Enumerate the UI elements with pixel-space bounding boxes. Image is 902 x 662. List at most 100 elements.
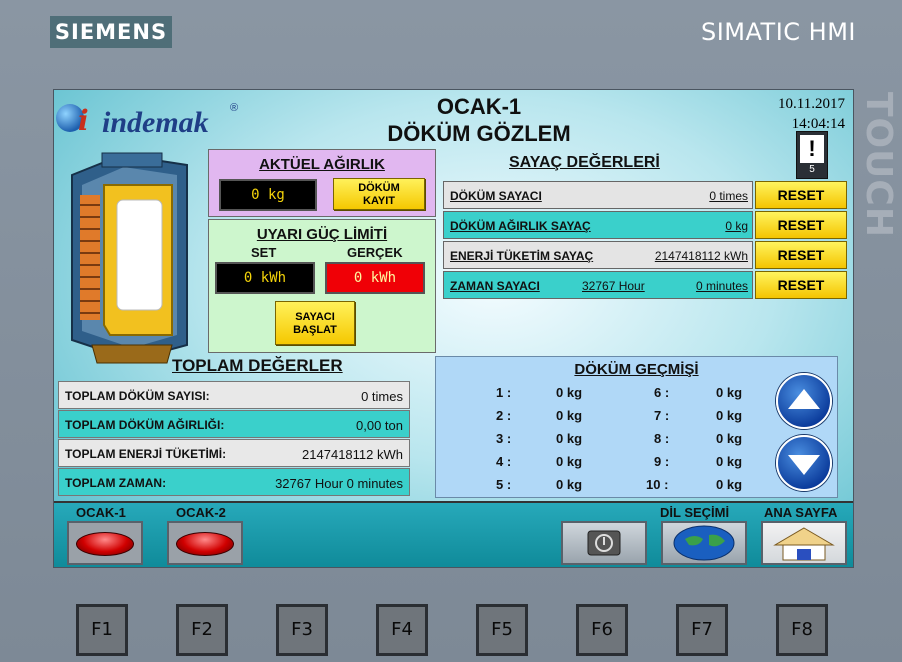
history-index: 8 : <box>654 431 670 446</box>
sayac-degerleri-title: SAYAÇ DEĞERLERİ <box>509 154 660 171</box>
toplam-row-value: 0,00 ton <box>356 418 403 433</box>
sayac-row-zaman: ZAMAN SAYACI 32767 Hour 0 minutes <box>443 271 753 299</box>
dil-secimi-label: DİL SEÇİMİ <box>660 505 730 520</box>
logo-i-mark: i <box>78 104 89 137</box>
dokum-gecmisi-panel: DÖKÜM GEÇMİŞİ 1 : 0 kg 2 : 0 kg 3 : 0 kg… <box>435 356 838 498</box>
toplam-degerler-title: TOPLAM DEĞERLER <box>172 356 343 375</box>
scroll-down-button[interactable] <box>776 435 832 491</box>
dokum-kayit-line1: DÖKÜM <box>358 182 400 194</box>
sayac-row-label: DÖKÜM SAYACI <box>450 189 542 203</box>
touch-label: TOUCH <box>858 92 899 238</box>
globe-icon <box>673 525 735 561</box>
siemens-logo: SIEMENS <box>50 16 172 48</box>
title-line1: OCAK-1 <box>436 94 522 119</box>
toplam-row-value: 32767 Hour 0 minutes <box>275 476 403 491</box>
f8-key[interactable]: F8 <box>776 604 828 656</box>
history-index: 10 : <box>646 477 669 492</box>
dokum-gecmisi-title: DÖKÜM GEÇMİŞİ <box>574 361 699 378</box>
hmi-bezel: SIEMENS SIMATIC HMI TOUCH i indemak ® OC… <box>0 0 902 662</box>
title-line2: DÖKÜM GÖZLEM <box>387 121 571 146</box>
sayac-row-value: 0 kg <box>725 219 748 233</box>
history-value: 0 kg <box>716 385 743 400</box>
sayac-row-value2: 0 minutes <box>695 279 748 293</box>
f5-key[interactable]: F5 <box>476 604 528 656</box>
f2-key[interactable]: F2 <box>176 604 228 656</box>
home-icon <box>773 527 835 561</box>
aktuel-weight-display: 0 kg <box>219 179 317 211</box>
set-kwh-field[interactable]: 0 kWh <box>215 262 315 294</box>
toplam-row-label: TOPLAM ENERJİ TÜKETİMİ: <box>65 447 227 461</box>
hmi-screen: i indemak ® OCAK-1 DÖKÜM GÖZLEM 10.11.20… <box>53 89 854 568</box>
toplam-row-value: 0 times <box>361 389 403 404</box>
logo-text: indemak <box>102 106 209 139</box>
toplam-row-label: TOPLAM DÖKÜM SAYISI: <box>65 389 210 403</box>
reset-enerji-sayaci-button[interactable]: RESET <box>755 241 847 269</box>
history-value: 0 kg <box>556 408 583 423</box>
f1-key[interactable]: F1 <box>76 604 128 656</box>
history-value: 0 kg <box>556 477 583 492</box>
f7-key[interactable]: F7 <box>676 604 728 656</box>
history-value: 0 kg <box>556 385 583 400</box>
toplam-row: TOPLAM DÖKÜM AĞIRLIĞI: 0,00 ton <box>58 410 410 438</box>
reset-dokum-sayaci-button[interactable]: RESET <box>755 181 847 209</box>
ocak2-label: OCAK-2 <box>176 505 226 520</box>
sayac-row-agirlik: DÖKÜM AĞIRLIK SAYAÇ 0 kg <box>443 211 753 239</box>
arrow-up-icon <box>788 389 820 409</box>
furnace-illustration <box>71 152 188 364</box>
history-value: 0 kg <box>716 431 743 446</box>
gercek-kwh-display: 0 kWh <box>325 262 425 294</box>
gercek-label: GERÇEK <box>347 245 403 260</box>
power-button[interactable] <box>561 521 647 565</box>
sayac-row-value: 0 times <box>709 189 748 203</box>
f3-key[interactable]: F3 <box>276 604 328 656</box>
aktuel-title: AKTÜEL AĞIRLIK <box>259 156 385 173</box>
sayac-row-value: 32767 Hour <box>582 279 645 293</box>
alarm-indicator[interactable]: ! 5 <box>796 131 828 179</box>
indemak-logo: i indemak ® <box>56 100 246 140</box>
dokum-kayit-button[interactable]: DÖKÜM KAYIT <box>333 178 425 210</box>
history-value: 0 kg <box>556 431 583 446</box>
sayac-row-label: DÖKÜM AĞIRLIK SAYAÇ <box>450 219 591 233</box>
sayac-row-label: ENERJİ TÜKETİM SAYAÇ <box>450 249 594 263</box>
toplam-row: TOPLAM ENERJİ TÜKETİMİ: 2147418112 kWh <box>58 439 410 467</box>
toplam-row: TOPLAM DÖKÜM SAYISI: 0 times <box>58 381 410 409</box>
uyari-guc-panel: UYARI GÜÇ LİMİTİ SET GERÇEK 0 kWh 0 kWh … <box>208 219 436 353</box>
ocak2-button[interactable] <box>167 521 243 565</box>
sayac-row-value: 2147418112 kWh <box>654 249 748 263</box>
history-value: 0 kg <box>716 477 743 492</box>
home-button[interactable] <box>761 521 847 565</box>
alarm-count: 5 <box>809 164 815 175</box>
datetime: 10.11.2017 14:04:14 <box>778 94 845 134</box>
set-label: SET <box>251 245 277 260</box>
ocak1-button[interactable] <box>67 521 143 565</box>
sayac-row-label: ZAMAN SAYACI <box>450 279 540 293</box>
history-index: 3 : <box>496 431 512 446</box>
uyari-title: UYARI GÜÇ LİMİTİ <box>256 226 388 243</box>
language-button[interactable] <box>661 521 747 565</box>
sayaci-baslat-line2: BAŞLAT <box>293 324 337 336</box>
arrow-down-icon <box>788 455 820 475</box>
dokum-kayit-line2: KAYIT <box>363 195 395 207</box>
sayaci-baslat-line1: SAYACI <box>295 311 335 323</box>
toplam-row-value: 2147418112 kWh <box>302 447 403 462</box>
bottom-navigation-bar: OCAK-1 OCAK-2 DİL SEÇİMİ ANA SAYFA <box>54 501 853 567</box>
ana-sayfa-label: ANA SAYFA <box>764 505 838 520</box>
warning-icon: ! <box>800 135 824 163</box>
scroll-up-button[interactable] <box>776 373 832 429</box>
power-icon <box>587 530 621 556</box>
date-text: 10.11.2017 <box>778 96 845 112</box>
toplam-row-label: TOPLAM ZAMAN: <box>65 476 167 490</box>
f6-key[interactable]: F6 <box>576 604 628 656</box>
sayaci-baslat-button[interactable]: SAYACI BAŞLAT <box>275 301 355 345</box>
history-index: 7 : <box>654 408 670 423</box>
reset-agirlik-sayaci-button[interactable]: RESET <box>755 211 847 239</box>
f4-key[interactable]: F4 <box>376 604 428 656</box>
aktuel-agirlik-panel: AKTÜEL AĞIRLIK 0 kg DÖKÜM KAYIT <box>208 149 436 217</box>
history-value: 0 kg <box>556 454 583 469</box>
history-index: 4 : <box>496 454 512 469</box>
history-index: 1 : <box>496 385 512 400</box>
sayac-row-enerji: ENERJİ TÜKETİM SAYAÇ 2147418112 kWh <box>443 241 753 269</box>
history-index: 9 : <box>654 454 670 469</box>
reset-zaman-sayaci-button[interactable]: RESET <box>755 271 847 299</box>
history-index: 5 : <box>496 477 512 492</box>
